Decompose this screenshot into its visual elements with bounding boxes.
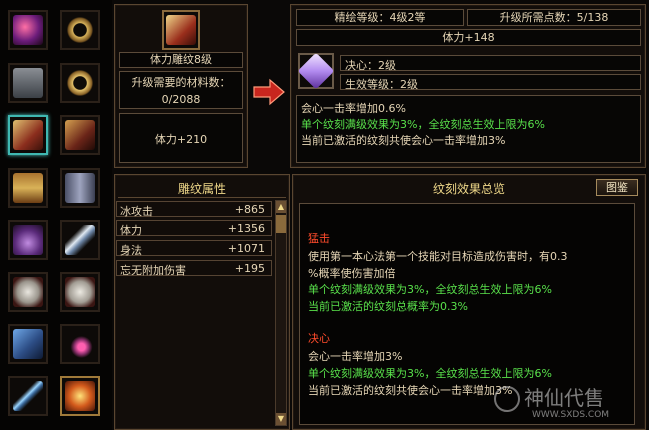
equip-slot-amulet[interactable] xyxy=(60,324,100,364)
effect-desc-line3: 当前已激活的纹刻共使会心一击率增加3% xyxy=(301,134,506,147)
overview-title: 纹刻效果总览 xyxy=(432,182,505,196)
equip-slot-helmet[interactable] xyxy=(8,220,48,260)
upgrade-arrow-icon xyxy=(252,78,286,106)
resolve-line1: 会心一击率增加3% xyxy=(308,350,403,363)
scroll-thumb[interactable] xyxy=(276,215,286,233)
section-title-resolve: 决心 xyxy=(308,332,330,345)
equip-slot-gem[interactable] xyxy=(60,376,100,416)
gauntlet-icon xyxy=(13,329,43,359)
dagger-icon xyxy=(65,225,95,255)
attribute-value: +1071 xyxy=(227,242,265,255)
attribute-value: +1356 xyxy=(227,222,265,235)
watermark: 神仙代售 WWW.SXDS.COM xyxy=(492,380,642,426)
smash-line4: 当前已激活的纹刻总概率为0.3% xyxy=(308,300,468,313)
attribute-row[interactable]: 体力 +1356 xyxy=(116,220,272,237)
belt-icon xyxy=(13,173,43,203)
codex-button-label: 图鉴 xyxy=(606,181,628,194)
equip-slot-bracer-selected[interactable] xyxy=(8,115,48,155)
smash-line3: 单个纹刻满级效果为3%，全纹刻总生效上限为6% xyxy=(308,283,552,296)
attribute-value: +195 xyxy=(234,262,265,275)
amulet-icon xyxy=(65,329,95,359)
watermark-brand: 神仙代售 xyxy=(524,386,604,410)
attribute-name: 身法 xyxy=(120,244,142,257)
attribute-row[interactable]: 忘无附加伤害 +195 xyxy=(116,260,272,277)
item-title-box: 体力雕纹8级 xyxy=(119,52,243,68)
sword-icon xyxy=(13,381,43,411)
smash-line1: 使用第一本心法第一个技能对目标造成伤害时，有0.3 xyxy=(308,250,568,263)
equip-slot-bracer[interactable] xyxy=(60,115,100,155)
item-stat-box: 体力+210 xyxy=(119,113,243,163)
materials-value: 0/2088 xyxy=(161,93,201,106)
equip-slot-chest[interactable] xyxy=(8,63,48,103)
chest-armor-icon xyxy=(13,68,43,98)
equip-slot-belt[interactable] xyxy=(8,168,48,208)
scroll-up-icon[interactable]: ▲ xyxy=(276,201,286,213)
refine-level-box: 精绘等级：4级2等 xyxy=(296,9,464,26)
equip-slot-pendant-1[interactable] xyxy=(8,272,48,312)
refine-level: 精绘等级：4级2等 xyxy=(334,11,426,24)
upgrade-stat: 体力+148 xyxy=(442,31,495,44)
effect-desc-line2: 单个纹刻满级效果为3%，全纹刻总生效上限为6% xyxy=(301,118,545,131)
attributes-divider xyxy=(118,197,286,198)
effect-level-box: 生效等级：2级 xyxy=(340,74,641,91)
materials-box: 升级需要的材料数： 0/2088 xyxy=(119,71,243,109)
section-title-smash: 猛击 xyxy=(308,232,330,245)
effect-description-box: 会心一击率增加0.6% 单个纹刻满级效果为3%，全纹刻总生效上限为6% 当前已激… xyxy=(296,95,641,163)
attributes-scrollbar[interactable]: ▲ ▼ xyxy=(275,200,287,426)
attribute-row[interactable]: 冰攻击 +865 xyxy=(116,201,272,218)
equip-slot-dagger[interactable] xyxy=(60,220,100,260)
crown-icon xyxy=(13,225,43,255)
boots-icon xyxy=(65,173,95,203)
attribute-row[interactable]: 身法 +1071 xyxy=(116,240,272,257)
ring-icon xyxy=(65,68,95,98)
watermark-logo-icon xyxy=(494,386,520,412)
attribute-name: 冰攻击 xyxy=(120,205,153,218)
magic-wand-icon xyxy=(13,15,43,45)
equip-slot-pendant-2[interactable] xyxy=(60,272,100,312)
codex-button[interactable]: 图鉴 xyxy=(596,179,638,196)
points-needed-box: 升级所需点数：5/138 xyxy=(467,9,641,26)
jade-pendant-icon xyxy=(13,277,43,307)
effect-desc-line1: 会心一击率增加0.6% xyxy=(301,102,406,115)
equip-slot-sword[interactable] xyxy=(8,376,48,416)
watermark-url: WWW.SXDS.COM xyxy=(532,410,610,420)
item-stat: 体力+210 xyxy=(154,133,208,146)
equip-slot-ring-1[interactable] xyxy=(60,10,100,50)
attributes-title: 雕纹属性 xyxy=(177,182,226,196)
bracer-icon xyxy=(166,15,196,45)
attribute-name: 体力 xyxy=(120,224,142,237)
equip-slot-gloves[interactable] xyxy=(8,324,48,364)
equip-slot-ring-2[interactable] xyxy=(60,63,100,103)
gem-name: 决心：2级 xyxy=(345,59,396,72)
item-icon-slot xyxy=(162,10,200,50)
gem-name-box: 决心：2级 xyxy=(340,55,641,72)
equipment-grid xyxy=(0,0,112,430)
effect-level: 生效等级：2级 xyxy=(345,78,418,91)
ring-icon xyxy=(65,15,95,45)
bracer-icon xyxy=(65,120,95,150)
smash-line2: %概率使伤害加倍 xyxy=(308,267,396,280)
rune-gem-slot[interactable] xyxy=(297,52,335,90)
gem-icon xyxy=(65,381,95,411)
attribute-name: 忘无附加伤害 xyxy=(120,264,186,277)
resolve-line3: 当前已激活的纹刻共使会心一击率增加3% xyxy=(308,384,513,397)
points-needed: 升级所需点数：5/138 xyxy=(499,11,609,24)
attribute-value: +865 xyxy=(234,203,265,216)
equip-slot-boots[interactable] xyxy=(60,168,100,208)
equip-slot-weapon[interactable] xyxy=(8,10,48,50)
materials-label: 升级需要的材料数： xyxy=(131,76,231,89)
jade-pendant-icon xyxy=(65,277,95,307)
rune-gem-icon xyxy=(297,52,335,90)
scroll-down-icon[interactable]: ▼ xyxy=(276,413,286,425)
item-title: 体力雕纹8级 xyxy=(150,53,212,66)
resolve-line2: 单个纹刻满级效果为3%，全纹刻总生效上限为6% xyxy=(308,367,552,380)
upgrade-stat-box: 体力+148 xyxy=(296,29,641,46)
bracer-icon xyxy=(13,120,43,150)
